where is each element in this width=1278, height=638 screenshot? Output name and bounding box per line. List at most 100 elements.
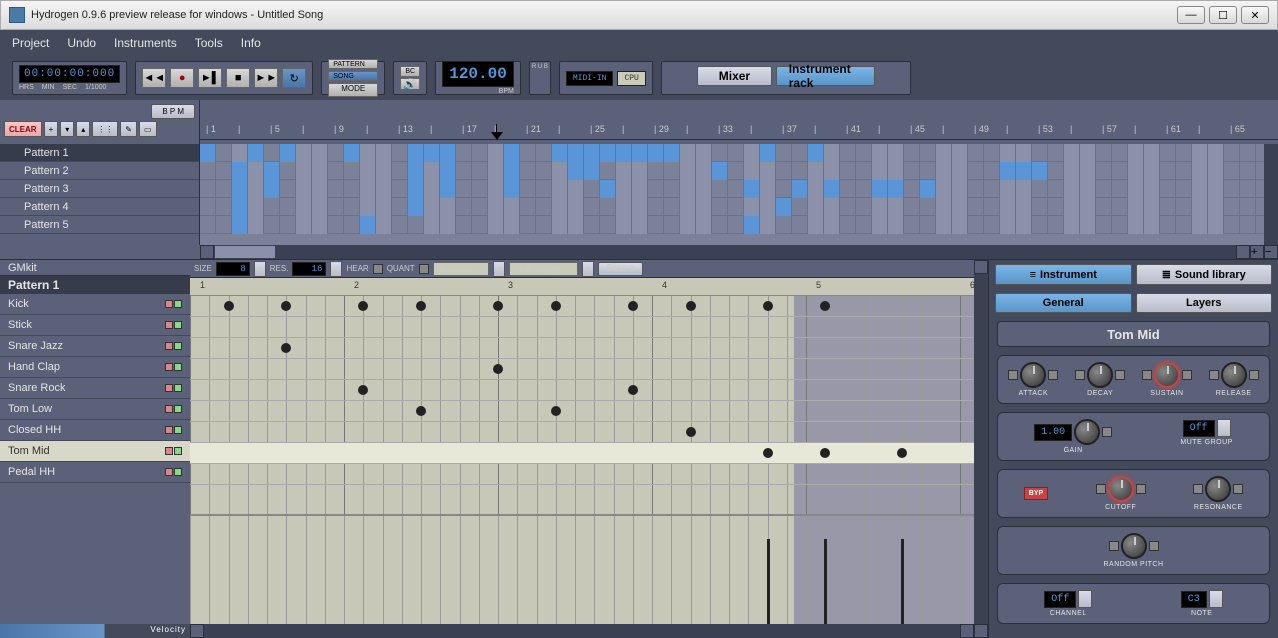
- instrument-item[interactable]: Hand Clap: [0, 357, 190, 378]
- menu-project[interactable]: Project: [12, 36, 49, 50]
- random-minus[interactable]: [1109, 541, 1119, 551]
- song-remove-button[interactable]: −: [1264, 245, 1278, 259]
- note-spinner[interactable]: [1209, 590, 1223, 608]
- attack-minus[interactable]: [1008, 370, 1018, 380]
- bpm-marker-button[interactable]: B P M: [151, 104, 195, 119]
- tab-general[interactable]: General: [995, 293, 1132, 313]
- sustain-minus[interactable]: [1142, 370, 1152, 380]
- pattern-ruler[interactable]: 123456: [190, 278, 974, 296]
- attack-knob[interactable]: [1020, 362, 1046, 388]
- pattern-list-item[interactable]: Pattern 2: [0, 162, 199, 180]
- song-vscroll[interactable]: [1264, 144, 1278, 245]
- line-tool-button[interactable]: ⋮⋮: [92, 121, 118, 137]
- tab-layers[interactable]: Layers: [1136, 293, 1273, 313]
- decay-knob[interactable]: [1087, 362, 1113, 388]
- speaker-button[interactable]: 🔊: [400, 78, 420, 90]
- tab-instrument[interactable]: ≡Instrument: [995, 264, 1132, 285]
- forward-button[interactable]: ►►: [254, 68, 278, 88]
- maximize-button[interactable]: ☐: [1209, 6, 1237, 24]
- song-mode-button[interactable]: SONG: [328, 71, 378, 81]
- mixer-button[interactable]: Mixer: [697, 66, 772, 86]
- pattern-grid[interactable]: [190, 296, 974, 514]
- song-add-button[interactable]: +: [1250, 245, 1264, 259]
- sustain-knob[interactable]: [1154, 362, 1180, 388]
- minimize-button[interactable]: —: [1177, 6, 1205, 24]
- song-ruler[interactable]: | 1|| 5|| 9|| 13|| 17|| 21|| 25|| 29|| 3…: [200, 122, 1278, 140]
- release-minus[interactable]: [1209, 370, 1219, 380]
- pattern-mode-button[interactable]: PATTERN: [328, 59, 378, 69]
- pattern-list-item[interactable]: Pattern 5: [0, 216, 199, 234]
- random-pitch-knob[interactable]: [1121, 533, 1147, 559]
- move-down-button[interactable]: ▾: [60, 121, 74, 137]
- instrument-rack-button[interactable]: Instrument rack: [776, 66, 875, 86]
- attack-plus[interactable]: [1048, 370, 1058, 380]
- quant-toggle[interactable]: [419, 264, 429, 274]
- random-plus[interactable]: [1149, 541, 1159, 551]
- rewind-button[interactable]: ◄◄: [142, 68, 166, 88]
- bc-button[interactable]: BC: [400, 66, 420, 77]
- menu-info[interactable]: Info: [241, 36, 261, 50]
- bypass-button[interactable]: BYP: [1024, 487, 1048, 500]
- song-grid[interactable]: [200, 144, 1264, 245]
- pat-scroll-right[interactable]: [960, 624, 974, 638]
- channel-spinner[interactable]: [1078, 590, 1092, 608]
- pattern-list-item[interactable]: Pattern 1: [0, 144, 199, 162]
- pat-scroll-down[interactable]: [974, 624, 988, 638]
- scroll-right-button[interactable]: [1236, 245, 1250, 259]
- menu-undo[interactable]: Undo: [67, 36, 96, 50]
- instrument-item[interactable]: Tom Low: [0, 399, 190, 420]
- notelength-dd-arrow[interactable]: ▾: [582, 261, 594, 277]
- size-dropdown-button[interactable]: ▾: [254, 261, 266, 277]
- instrument-item[interactable]: Tom Mid: [0, 441, 190, 462]
- velocity-indicator[interactable]: Velocity: [0, 624, 190, 638]
- res-input[interactable]: 16: [292, 262, 326, 276]
- pattern-list-item[interactable]: Pattern 3: [0, 180, 199, 198]
- playhead[interactable]: [491, 124, 503, 138]
- instrument-item[interactable]: Stick: [0, 315, 190, 336]
- release-plus[interactable]: [1249, 370, 1259, 380]
- tab-sound-library[interactable]: ≣Sound library: [1136, 264, 1273, 285]
- drumset-dd-arrow[interactable]: ▾: [493, 261, 505, 277]
- gain-plus[interactable]: [1102, 427, 1112, 437]
- mute-spinner[interactable]: [1217, 419, 1231, 437]
- scroll-left-button[interactable]: [200, 245, 214, 259]
- stop-button[interactable]: ■: [226, 68, 250, 88]
- instrument-item[interactable]: Snare Rock: [0, 378, 190, 399]
- clear-button[interactable]: CLEAR: [4, 121, 42, 137]
- select-tool-button[interactable]: ▭: [139, 121, 157, 137]
- pattern-list-item[interactable]: Pattern 4: [0, 198, 199, 216]
- size-input[interactable]: 8: [216, 262, 250, 276]
- resonance-plus[interactable]: [1233, 484, 1243, 494]
- move-up-button[interactable]: ▴: [76, 121, 90, 137]
- menu-tools[interactable]: Tools: [195, 36, 223, 50]
- pattern-vscroll[interactable]: [974, 260, 988, 638]
- record-button[interactable]: ●: [170, 68, 194, 88]
- pat-scroll-left[interactable]: [190, 624, 204, 638]
- instrument-item[interactable]: Pedal HH: [0, 462, 190, 483]
- notelength-dropdown[interactable]: note length: [509, 262, 578, 276]
- pat-scroll-up[interactable]: [974, 260, 988, 274]
- instrument-item[interactable]: Closed HH: [0, 420, 190, 441]
- song-hscroll-thumb[interactable]: [215, 246, 275, 258]
- cutoff-plus[interactable]: [1136, 484, 1146, 494]
- mode-label-button[interactable]: MODE: [328, 83, 378, 97]
- sustain-plus[interactable]: [1182, 370, 1192, 380]
- release-knob[interactable]: [1221, 362, 1247, 388]
- close-button[interactable]: ✕: [1241, 6, 1269, 24]
- cutoff-minus[interactable]: [1096, 484, 1106, 494]
- instrument-item[interactable]: Snare Jazz: [0, 336, 190, 357]
- piano-button[interactable]: Piano: [598, 262, 643, 276]
- cutoff-knob[interactable]: [1108, 476, 1134, 502]
- hear-toggle[interactable]: [373, 264, 383, 274]
- play-button[interactable]: ►▌: [198, 68, 222, 88]
- decay-minus[interactable]: [1075, 370, 1085, 380]
- velocity-area[interactable]: [190, 514, 974, 624]
- gain-knob[interactable]: [1074, 419, 1100, 445]
- bpm-display[interactable]: 120.00: [442, 61, 514, 87]
- draw-tool-button[interactable]: ✎: [120, 121, 137, 137]
- loop-button[interactable]: ↻: [282, 68, 306, 88]
- add-pattern-button[interactable]: +: [44, 121, 59, 137]
- resonance-knob[interactable]: [1205, 476, 1231, 502]
- resonance-minus[interactable]: [1193, 484, 1203, 494]
- menu-instruments[interactable]: Instruments: [114, 36, 177, 50]
